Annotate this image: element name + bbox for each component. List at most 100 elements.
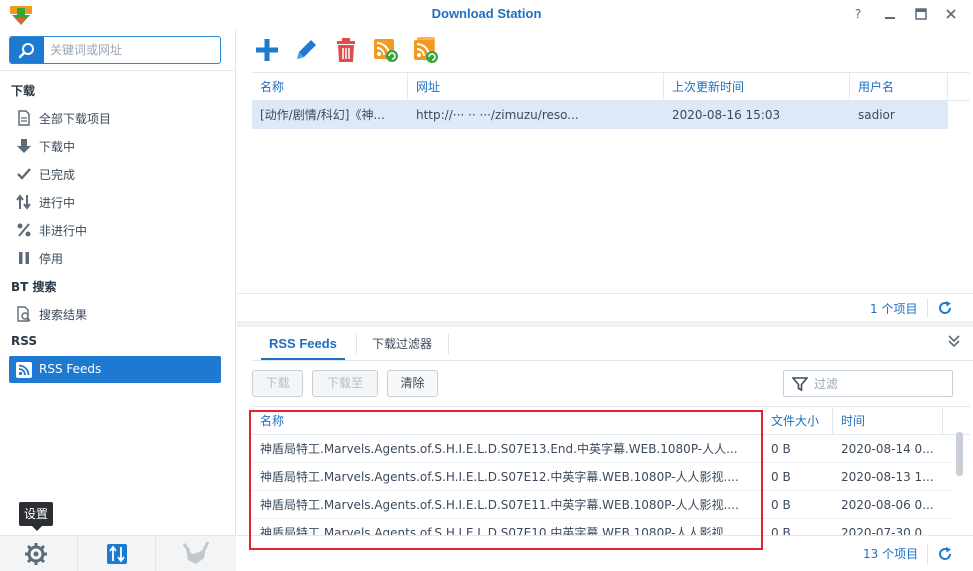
column-header-name[interactable]: 名称: [252, 73, 408, 101]
rss-feed-grid: 名称 网址 上次更新时间 用户名 [动作/剧情/科幻]《神... http://…: [252, 72, 970, 324]
divider: [356, 334, 357, 354]
item-size: 0 B: [771, 442, 791, 456]
divider: [927, 298, 928, 318]
download-button[interactable]: 下载: [252, 370, 303, 397]
toolbar: [237, 30, 973, 72]
percent-icon: [17, 223, 31, 237]
sidebar-item-label: 进行中: [39, 196, 76, 210]
maximize-button[interactable]: [912, 5, 930, 23]
mascot-icon: [182, 541, 210, 564]
item-time: 2020-07-30 0...: [841, 526, 934, 536]
delete-icon: [337, 38, 355, 62]
tab-download-filter[interactable]: 下载过滤器: [364, 327, 440, 361]
item-size: 0 B: [771, 498, 791, 512]
grid-scrollbar[interactable]: [956, 432, 963, 476]
sidebar-item-completed[interactable]: 已完成: [9, 160, 221, 187]
item-size: 0 B: [771, 470, 791, 484]
sidebar-item-inactive[interactable]: 非进行中: [9, 216, 221, 243]
item-name: 神盾局特工.Marvels.Agents.of.S.H.I.E.L.D.S07E…: [260, 498, 739, 512]
clear-button[interactable]: 清除: [387, 370, 438, 397]
feed-name: [动作/剧情/科幻]《神...: [260, 108, 385, 122]
divider: [448, 334, 449, 354]
item-size: 0 B: [771, 526, 791, 536]
column-header-file-size[interactable]: 文件大小: [763, 407, 833, 435]
help-button[interactable]: ?: [849, 5, 867, 23]
search-icon: [18, 43, 34, 59]
table-row[interactable]: [动作/剧情/科幻]《神... http://··· ·· ···/zimuzu…: [252, 101, 948, 129]
divider: [927, 544, 928, 564]
sidebar-item-label: 停用: [39, 252, 64, 266]
sidebar-item-search-results[interactable]: 搜索结果: [9, 300, 221, 327]
collapse-icon[interactable]: [946, 333, 962, 349]
column-header-url[interactable]: 网址: [408, 73, 664, 101]
item-time: 2020-08-13 1...: [841, 470, 934, 484]
top-grid-footer: 1 个项目: [237, 293, 973, 321]
tab-rss-feeds[interactable]: RSS Feeds: [261, 327, 345, 360]
refresh-icon[interactable]: [936, 545, 954, 563]
sidebar-item-label: 非进行中: [39, 224, 88, 238]
rss-update-button[interactable]: [372, 36, 400, 64]
transfer-icon: [107, 544, 127, 564]
sidebar-item-rss-feeds[interactable]: RSS Feeds: [9, 356, 221, 383]
sidebar-item-downloading[interactable]: 下载中: [9, 132, 221, 159]
column-header-time[interactable]: 时间: [833, 407, 943, 435]
column-header-last-update[interactable]: 上次更新时间: [664, 73, 850, 101]
rss-items-grid: 名称 文件大小 时间 神盾局特工.Marvels.Agents.of.S.H.I…: [252, 406, 970, 536]
table-row[interactable]: 神盾局特工.Marvels.Agents.of.S.H.I.E.L.D.S07E…: [252, 491, 952, 519]
edit-button[interactable]: [292, 36, 320, 64]
item-count: 1 个项目: [870, 302, 918, 316]
column-header-name[interactable]: 名称: [252, 407, 763, 435]
sidebar-item-label: RSS Feeds: [39, 362, 102, 376]
table-row[interactable]: 神盾局特工.Marvels.Agents.of.S.H.I.E.L.D.S07E…: [252, 519, 952, 536]
grid-header: 名称 文件大小 时间: [252, 407, 970, 435]
sidebar-item-stopped[interactable]: 停用: [9, 244, 221, 271]
pause-icon: [19, 252, 29, 264]
table-row[interactable]: 神盾局特工.Marvels.Agents.of.S.H.I.E.L.D.S07E…: [252, 463, 952, 491]
sidebar-bottom-bar: [0, 535, 236, 571]
title-bar: Download Station ?: [0, 0, 973, 30]
item-time: 2020-08-06 0...: [841, 498, 934, 512]
window-title: Download Station: [431, 6, 542, 21]
minimize-button[interactable]: [881, 5, 899, 23]
item-time: 2020-08-14 0...: [841, 442, 934, 456]
filter-box: [783, 370, 953, 397]
main-panel: 名称 网址 上次更新时间 用户名 [动作/剧情/科幻]《神... http://…: [237, 30, 973, 571]
sidebar-item-label: 下载中: [39, 140, 76, 154]
edit-icon: [297, 40, 316, 59]
rss-refresh-all-icon: [414, 37, 438, 63]
download-to-button[interactable]: 下载至: [312, 370, 378, 397]
sidebar-item-label: 全部下载项目: [39, 112, 112, 126]
checkmark-icon: [17, 168, 31, 180]
sidebar: 下载 全部下载项目 下载中 已完成 进行中 非进行中: [0, 30, 236, 571]
section-rss-header: RSS: [11, 334, 37, 348]
refresh-icon[interactable]: [936, 299, 954, 317]
item-name: 神盾局特工.Marvels.Agents.of.S.H.I.E.L.D.S07E…: [260, 442, 738, 456]
sidebar-item-all-downloads[interactable]: 全部下载项目: [9, 104, 221, 131]
rss-update-all-button[interactable]: [412, 36, 440, 64]
item-count: 13 个项目: [863, 547, 919, 561]
filter-input[interactable]: [814, 371, 944, 396]
arrow-down-icon: [17, 139, 31, 153]
add-button[interactable]: [253, 36, 281, 64]
transfer-button[interactable]: [78, 536, 156, 571]
close-button[interactable]: [942, 5, 960, 23]
sidebar-item-label: 搜索结果: [39, 308, 88, 322]
table-row[interactable]: 神盾局特工.Marvels.Agents.of.S.H.I.E.L.D.S07E…: [252, 435, 952, 463]
mascot-button[interactable]: [156, 536, 236, 571]
sidebar-divider: [0, 70, 236, 71]
section-bt-header: BT 搜索: [11, 280, 57, 294]
grid-header: 名称 网址 上次更新时间 用户名: [252, 73, 970, 101]
feed-url: http://··· ·· ···/zimuzu/reso...: [416, 108, 579, 122]
delete-button[interactable]: [332, 36, 360, 64]
sidebar-item-label: 已完成: [39, 168, 76, 182]
sidebar-item-active[interactable]: 进行中: [9, 188, 221, 215]
search-button[interactable]: [10, 37, 44, 63]
bottom-grid-footer: 13 个项目: [237, 535, 973, 571]
item-name: 神盾局特工.Marvels.Agents.of.S.H.I.E.L.D.S07E…: [260, 470, 739, 484]
column-header-username[interactable]: 用户名: [850, 73, 948, 101]
search-box: [9, 36, 221, 64]
settings-button[interactable]: [0, 536, 78, 571]
all-downloads-icon: [18, 110, 30, 126]
rss-icon: [16, 362, 32, 378]
search-input[interactable]: [50, 37, 215, 63]
